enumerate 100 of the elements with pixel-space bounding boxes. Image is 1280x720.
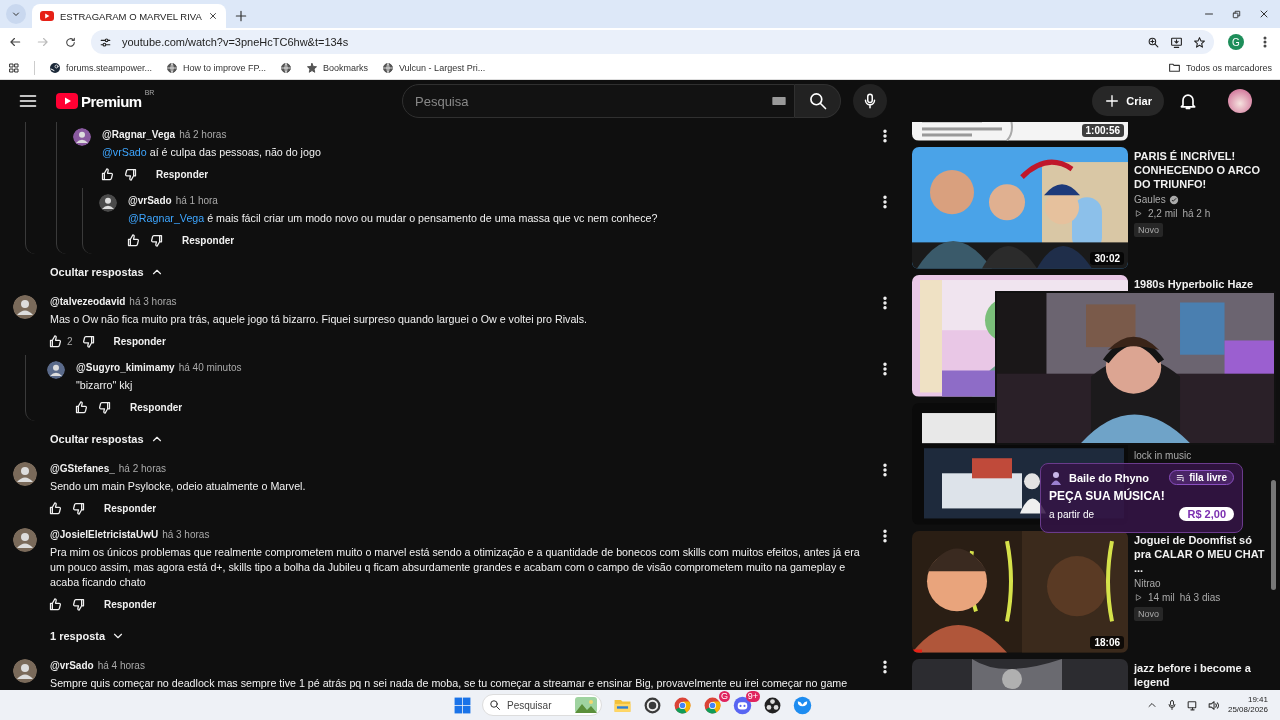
- folder-icon: [1167, 61, 1181, 74]
- search-icon[interactable]: [807, 91, 828, 111]
- bell-icon[interactable]: [1178, 91, 1198, 111]
- thumbs-down-icon[interactable]: [123, 166, 138, 182]
- video-title[interactable]: jazz before i become a legend: [1134, 661, 1270, 689]
- browser-icon[interactable]: [672, 695, 692, 715]
- network-icon[interactable]: [1185, 698, 1199, 712]
- close-icon[interactable]: [1258, 8, 1270, 20]
- butterfly-app-icon[interactable]: [792, 695, 812, 715]
- browser-tab[interactable]: ESTRAGARAM O MARVEL RIVA: [32, 4, 226, 28]
- apps-icon[interactable]: [8, 61, 20, 74]
- queue-status: fila livre: [1169, 470, 1234, 485]
- channel-name[interactable]: Gaules: [1134, 194, 1166, 205]
- thumbs-down-icon[interactable]: [71, 500, 86, 516]
- reply-button[interactable]: Responder: [146, 161, 219, 187]
- notification-badge: G: [719, 691, 730, 702]
- thumbs-up-icon[interactable]: [48, 596, 63, 612]
- bookmark[interactable]: How to improve FP...: [166, 61, 266, 74]
- comment-author[interactable]: @Ragnar_Vega: [102, 129, 176, 140]
- comment-author[interactable]: @vrSado: [50, 660, 94, 671]
- video-title[interactable]: Joguei de Doomfist só pra CALAR O MEU CHAT ...: [1134, 533, 1270, 575]
- search-field[interactable]: Pesquisa: [402, 84, 795, 118]
- comment-text: Sendo um main Psylocke, odeio atualmente o Marvel.: [50, 479, 307, 494]
- logo-text[interactable]: Premium: [81, 92, 142, 110]
- price-tag: R$ 2,00: [1179, 507, 1234, 521]
- user-avatar[interactable]: [47, 361, 65, 379]
- comment-author[interactable]: @GStefanes_: [50, 463, 115, 474]
- channel-name[interactable]: Nitrao: [1134, 578, 1161, 589]
- thumbs-down-icon[interactable]: [71, 596, 86, 612]
- recorder-icon[interactable]: [762, 695, 782, 715]
- profile-avatar[interactable]: G: [1228, 34, 1244, 50]
- user-avatar[interactable]: [13, 462, 37, 486]
- thumbs-up-icon[interactable]: [100, 166, 115, 182]
- volume-icon[interactable]: [1206, 698, 1220, 712]
- account-avatar[interactable]: [1228, 89, 1252, 113]
- thumbs-up-icon[interactable]: [126, 232, 141, 248]
- mention-link[interactable]: @Ragnar_Vega: [128, 212, 205, 224]
- replies-toggle[interactable]: 1 resposta: [50, 628, 126, 643]
- replies-toggle[interactable]: Ocultar respostas: [50, 264, 164, 279]
- browser-icon[interactable]: [702, 695, 722, 715]
- user-avatar[interactable]: [13, 659, 37, 683]
- reply-button[interactable]: Responder: [103, 328, 176, 354]
- bookmark[interactable]: forums.steampower...: [49, 61, 153, 74]
- video-title[interactable]: 1980s Hyperbolic Haze: [1134, 277, 1270, 291]
- zoom-icon[interactable]: [1147, 35, 1160, 49]
- thumbs-down-icon[interactable]: [80, 333, 96, 349]
- price-prefix: a partir de: [1049, 508, 1095, 520]
- thumbs-up-icon[interactable]: [48, 500, 63, 516]
- new-badge: Novo: [1134, 223, 1163, 237]
- comment-author[interactable]: @Sugyro_kimimamy: [76, 362, 175, 373]
- comment-author[interactable]: @vrSado: [128, 195, 172, 206]
- comment-text: "bizarro" kkj: [76, 378, 134, 393]
- channel-name[interactable]: lock in music: [1134, 450, 1192, 461]
- create-button[interactable]: Criar: [1092, 86, 1164, 116]
- mic-icon[interactable]: [1165, 699, 1178, 711]
- clock[interactable]: 19:41 25/08/2026: [1227, 695, 1268, 715]
- bookmark[interactable]: Vulcun - Largest Pri...: [381, 61, 486, 74]
- user-avatar[interactable]: [73, 128, 91, 146]
- video-title[interactable]: PARIS É INCRÍVEL! CONHECENDO O ARCO DO TRIUNFO!: [1134, 149, 1270, 191]
- bookmark[interactable]: Bookmarks: [305, 61, 368, 74]
- comment-text: Sempre quis começar no deadlock mas sempre tive 1 pé atrás pq n sei nada de moba, se tu começar a streamar e ensinar Big, provavelmente eu irei começar no game: [50, 676, 849, 690]
- replies-toggle[interactable]: Ocultar respostas: [50, 431, 164, 446]
- address-bar[interactable]: youtube.com/watch?v=3pneHcTC6hw&t=134s: [91, 30, 1214, 54]
- comment-author[interactable]: @JosielEletricistaUwU: [50, 529, 159, 540]
- play-logo-icon[interactable]: [56, 93, 78, 109]
- install-icon[interactable]: [1170, 35, 1183, 49]
- comment-author[interactable]: @talvezeodavid: [50, 296, 126, 307]
- upload-age: há 2 h: [1182, 208, 1211, 219]
- thumbs-down-icon[interactable]: [149, 232, 164, 248]
- user-avatar[interactable]: [13, 295, 37, 319]
- search-icon: [489, 699, 501, 711]
- user-avatar[interactable]: [13, 528, 37, 552]
- reload-icon[interactable]: [64, 35, 77, 49]
- reply-button[interactable]: Responder: [94, 591, 167, 617]
- start-icon[interactable]: [453, 695, 472, 715]
- close-icon[interactable]: [207, 11, 218, 21]
- view-count: 14 mil: [1148, 592, 1175, 603]
- play-logo-icon: [44, 13, 50, 19]
- thumbs-up-icon[interactable]: [48, 333, 63, 349]
- reply-button[interactable]: Responder: [172, 227, 245, 253]
- restore-icon[interactable]: [1231, 8, 1242, 20]
- comment-text: Pra mim os únicos problemas que realmente comprometem muito o marvel está sendo a otimização e a quantidade de bonecos com skills com muitos efeitos, antes já era um pouco assim, mas agora está d+, skills tipo a bolha da Jubileu q ficam absurdamente grandes e acabam com o campo de visão comprometem muito na gameplay e acaba ficando chato: [50, 545, 861, 590]
- site-settings-icon[interactable]: [99, 35, 112, 49]
- star-icon[interactable]: [1193, 35, 1206, 49]
- star-icon: [305, 61, 318, 74]
- thumbs-up-icon[interactable]: [74, 399, 89, 415]
- new-tab-icon[interactable]: [233, 9, 248, 23]
- comment-time: há 3 horas: [162, 529, 210, 540]
- all-bookmarks[interactable]: Todos os marcadores: [1167, 61, 1272, 74]
- mention-link[interactable]: @vrSado: [102, 146, 147, 158]
- queue-icon: [1176, 472, 1187, 483]
- scrollbar[interactable]: [1271, 480, 1276, 590]
- comment-time: há 40 minutos: [178, 362, 242, 373]
- dancer-icon: [1049, 470, 1063, 485]
- ring-icon[interactable]: [642, 695, 662, 715]
- thumbs-down-icon[interactable]: [97, 399, 112, 415]
- user-avatar[interactable]: [99, 194, 117, 212]
- reply-button[interactable]: Responder: [120, 394, 193, 420]
- reply-button[interactable]: Responder: [94, 495, 167, 521]
- back-icon[interactable]: [8, 35, 22, 49]
